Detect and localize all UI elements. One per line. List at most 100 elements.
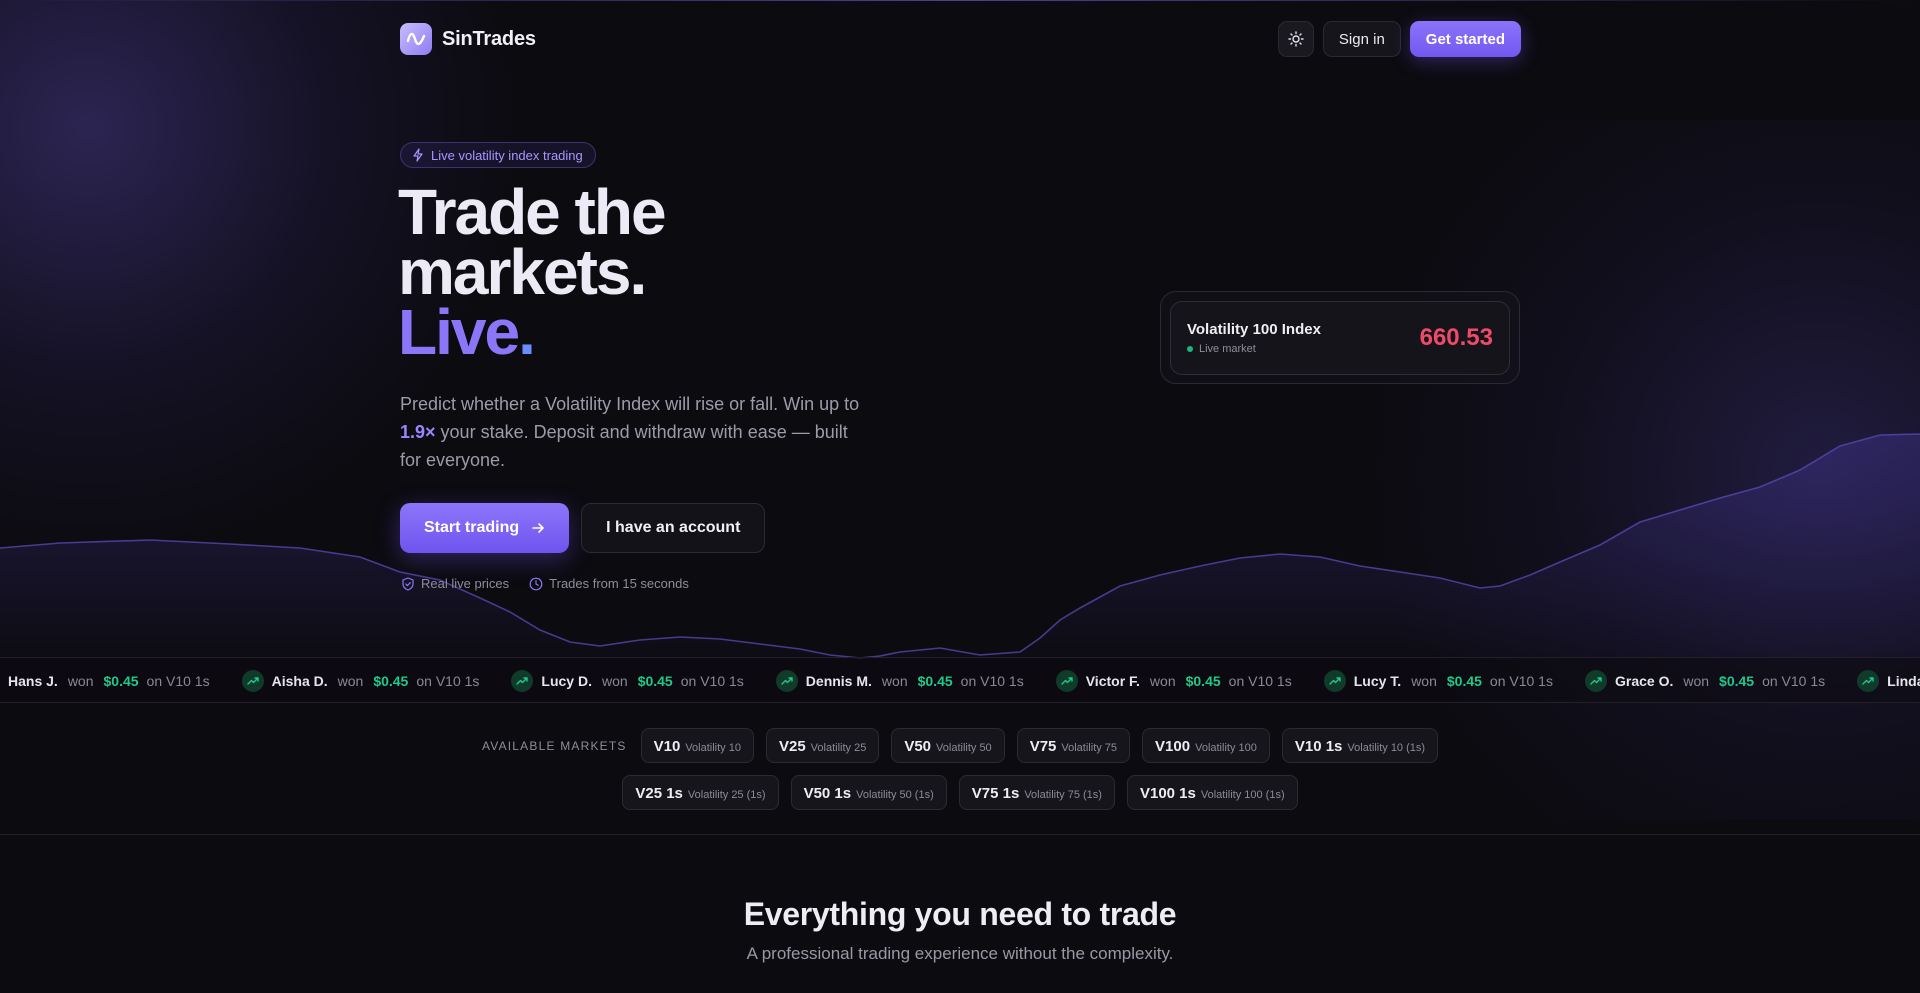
market-chip-label: Volatility 25 [810,742,867,754]
top-accent-line [0,0,1920,1]
market-chip-code: V75 [1029,738,1057,755]
ticker-track: Hans J. won $0.45 on V10 1s Aisha D. won $0.45… [0,658,1920,702]
market-chip-label: Volatility 50 [936,742,992,754]
ticker-item: Grace O. won $0.45 on V10 1s [1584,670,1826,692]
background-glow-right [1280,120,1920,820]
market-chip-code: V50 [904,738,932,755]
trend-up-icon [775,670,798,692]
ticker-name: Aisha D. [271,673,328,689]
top-nav: SinTrades Sign in Get started [400,21,1521,57]
market-chip-code: V100 1s [1139,785,1196,802]
price-card-info: Volatility 100 Index Live market [1187,321,1321,355]
price-card-status-label: Live market [1199,343,1256,355]
hero-features: Real live prices Trades from 15 seconds [401,576,689,591]
market-chip-code: V10 [653,738,681,755]
ticker-market: on V10 1s [680,673,744,689]
market-chip-v10-1s[interactable]: V10 1s Volatility 10 (1s) [1281,728,1439,763]
hero-desc-part2: your stake. Deposit and withdraw with ea… [400,422,848,470]
brand-name: SinTrades [442,27,536,50]
get-started-button[interactable]: Get started [1409,21,1521,57]
live-price-card-inner: Volatility 100 Index Live market 660.53 [1170,301,1510,375]
market-chip-v25-1s[interactable]: V25 1s Volatility 25 (1s) [622,775,779,810]
features-section-subtitle: A professional trading experience withou… [746,944,1174,963]
ticker-item: Victor F. won $0.45 on V10 1s [1055,670,1292,692]
logo-wave-icon [400,23,432,55]
have-account-button[interactable]: I have an account [581,503,766,553]
hero-desc-multiplier: 1.9× [400,422,436,442]
ticker-name: Grace O. [1614,673,1674,689]
ticker-market: on V10 1s [1228,673,1292,689]
market-chip-v100-1s[interactable]: V100 1s Volatility 100 (1s) [1126,775,1298,810]
ticker-name: Victor F. [1085,673,1140,689]
price-card-market-name: Volatility 100 Index [1187,321,1321,338]
market-chip-label: Volatility 75 (1s) [1024,789,1102,801]
ticker-name: Dennis M. [805,673,872,689]
ticker-name: Lucy D. [541,673,592,689]
market-chip-v50[interactable]: V50 Volatility 50 [891,728,1005,763]
ticker-won-word: won [881,673,908,689]
market-chip-v50-1s[interactable]: V50 1s Volatility 50 (1s) [790,775,947,810]
chart-area [0,434,1920,660]
ticker-amount: $0.45 [103,673,139,689]
trend-up-icon [1584,670,1607,692]
ticker-amount: $0.45 [1719,673,1755,689]
nav-actions: Sign in Get started [1277,21,1521,57]
ticker-item: Aisha D. won $0.45 on V10 1s [241,670,479,692]
price-card-status: Live market [1187,343,1321,355]
hero-badge-text: Live volatility index trading [431,147,583,163]
ticker-amount: $0.45 [1185,673,1221,689]
hero-title-line1: Trade the [398,176,667,248]
trend-up-icon [1055,670,1078,692]
trend-up-icon [241,670,264,692]
feature-fast-trades: Trades from 15 seconds [529,576,689,591]
market-chip-v75-1s[interactable]: V75 1s Volatility 75 (1s) [958,775,1115,810]
background-price-chart [0,433,1920,660]
market-chip-v10[interactable]: V10 Volatility 10 [640,728,754,763]
market-chip-label: Volatility 50 (1s) [856,789,934,801]
shield-check-icon [402,576,414,591]
hero-title-dot: . [518,296,536,368]
market-chip-v75[interactable]: V75 Volatility 75 [1016,728,1131,763]
ticker-won-word: won [337,673,364,689]
ticker-won-word: won [1411,673,1437,689]
ticker-item: Lindawon$0.45on V10 1s [1857,670,1920,692]
start-trading-button[interactable]: Start trading [400,503,570,553]
brand-link[interactable]: SinTrades [400,23,536,55]
market-chip-v25[interactable]: V25 Volatility 25 [765,728,880,763]
live-price-card: Volatility 100 Index Live market 660.53 [1160,291,1520,384]
start-trading-label: Start trading [424,519,520,536]
markets-row-1: AVAILABLE MARKETS V10 Volatility 10 V25 Vol… [0,728,1920,763]
market-chip-label: Volatility 100 (1s) [1200,789,1285,801]
hero-title-line2: markets. [398,236,647,308]
section-divider [0,834,1920,835]
live-dot-icon [1187,346,1193,352]
ticker-amount: $0.45 [637,673,673,689]
ticker-name: Linda [1887,673,1920,689]
market-chip-code: V10 1s [1294,738,1343,755]
markets-label: AVAILABLE MARKETS [481,738,627,753]
sparkle-icon [413,148,423,162]
sign-in-button[interactable]: Sign in [1322,21,1401,57]
ticker-won-word: won [1149,673,1176,689]
market-chip-v100[interactable]: V100 Volatility 100 [1142,728,1270,763]
market-chip-code: V75 1s [971,785,1020,802]
ticker-name: Hans J. [8,673,58,689]
hero-desc-part1: Predict whether a Volatility Index will … [400,394,860,414]
market-chip-label: Volatility 10 (1s) [1347,742,1426,754]
trend-up-icon [1857,670,1880,692]
market-chip-label: Volatility 75 [1061,742,1118,754]
ticker-item: Lucy D. won $0.45 on V10 1s [511,670,744,692]
winners-ticker: Hans J. won $0.45 on V10 1s Aisha D. won $0.45… [0,657,1920,703]
feature-real-prices-label: Real live prices [421,576,510,591]
ticker-won-word: won [1683,673,1710,689]
theme-toggle-button[interactable] [1277,21,1314,57]
ticker-market: on V10 1s [1762,673,1826,689]
ticker-item: Hans J. won $0.45 on V10 1s [0,670,210,692]
market-chip-code: V25 1s [635,785,683,802]
features-section-title: Everything you need to trade [743,896,1177,932]
price-card-value: 660.53 [1419,324,1493,351]
market-chip-code: V25 [778,738,806,755]
market-chip-code: V50 1s [803,785,852,802]
hero-title-line3: Live. [398,300,665,364]
hero-description: Predict whether a Volatility Index will … [400,390,860,474]
